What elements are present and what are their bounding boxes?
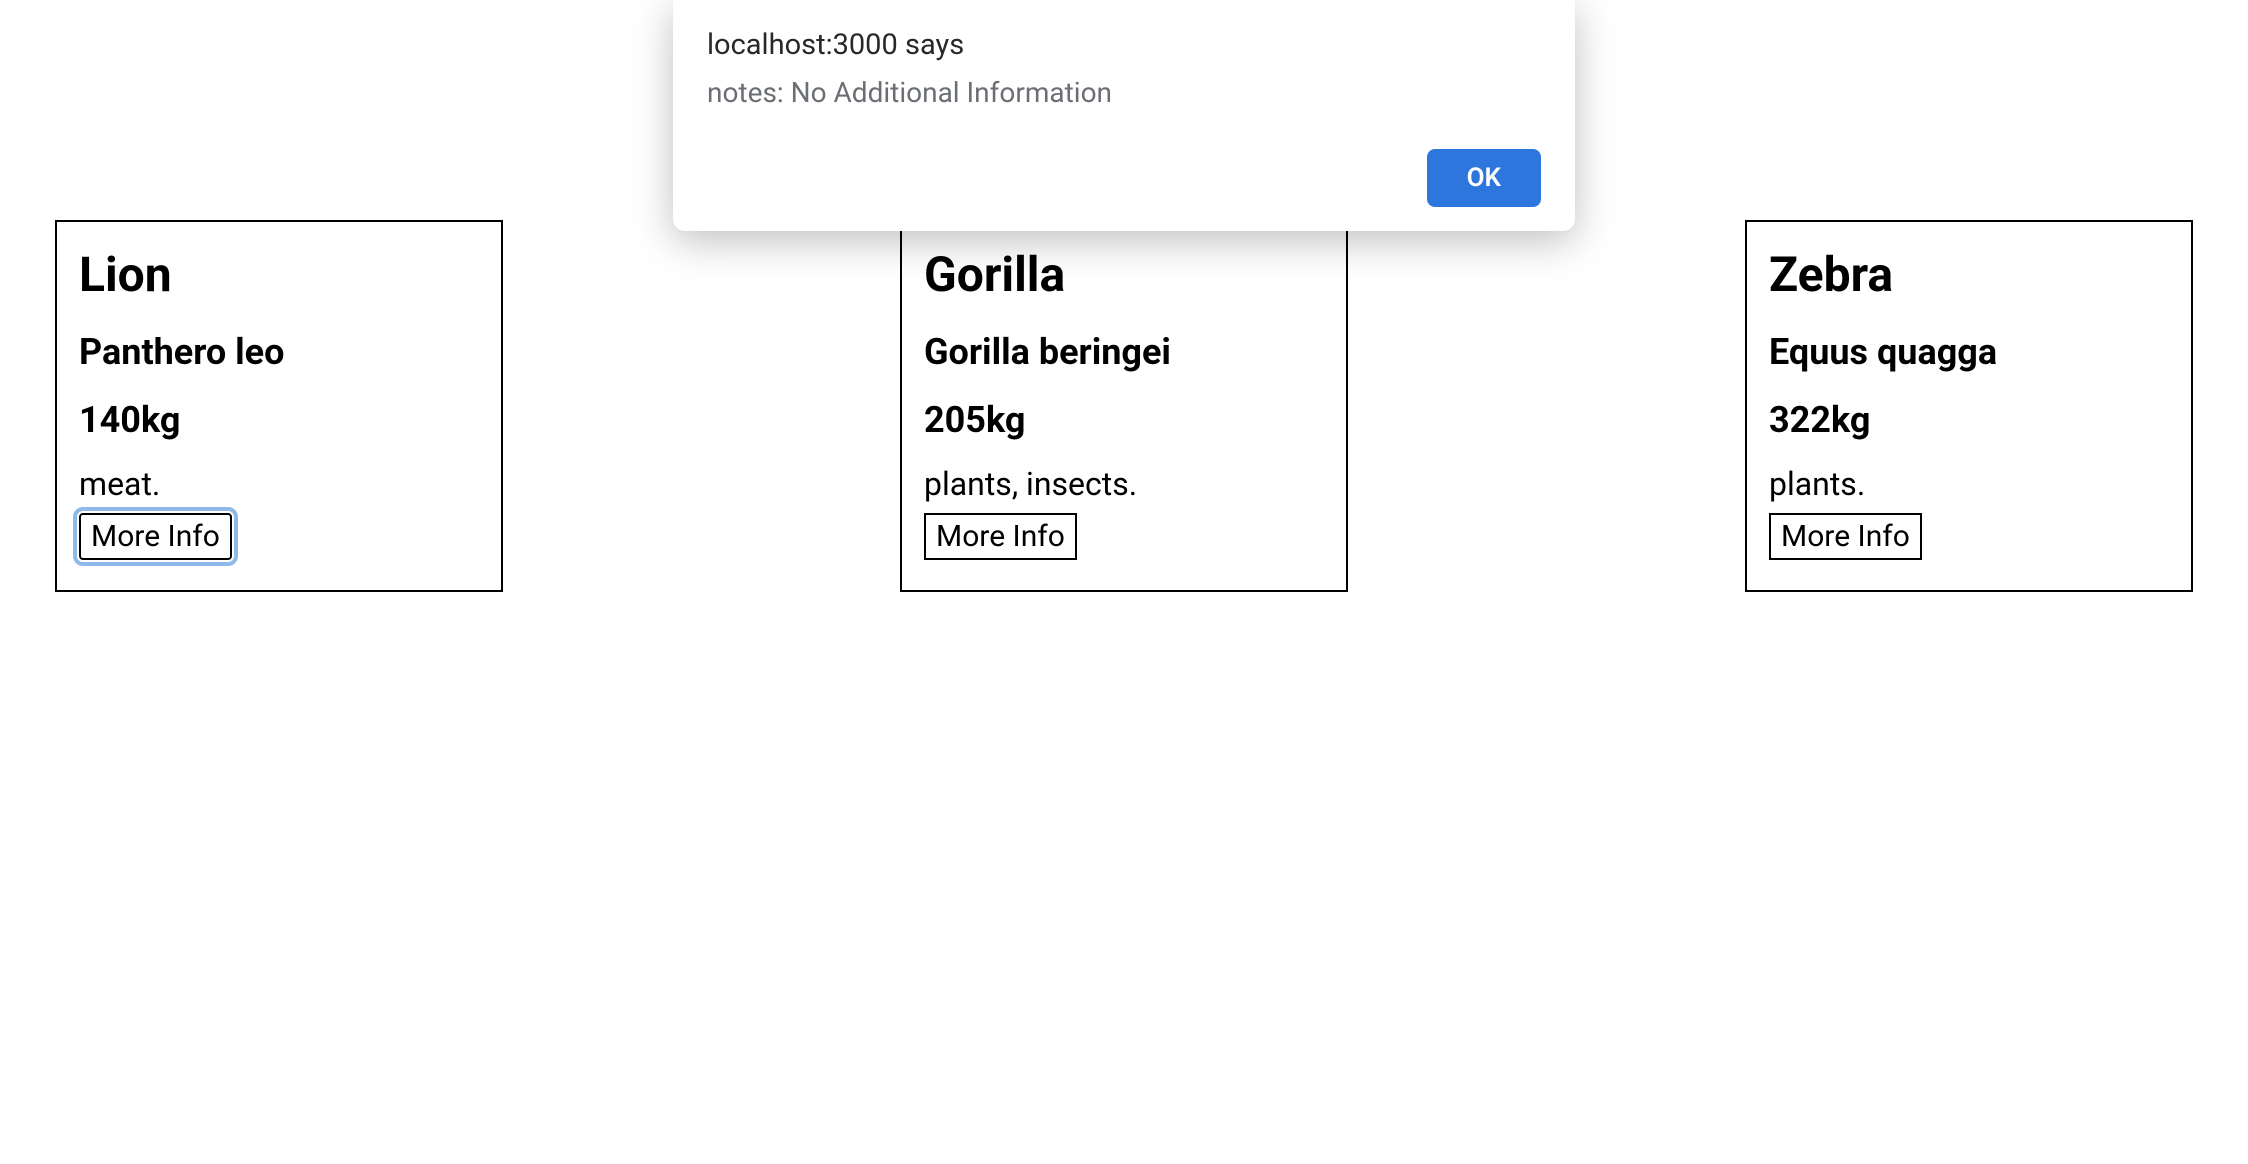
alert-title: localhost:3000 says bbox=[707, 28, 1541, 62]
alert-dialog: localhost:3000 says notes: No Additional… bbox=[673, 0, 1575, 231]
animal-card-gorilla: Gorilla Gorilla beringei 205kg plants, i… bbox=[900, 220, 1348, 592]
alert-actions: OK bbox=[707, 149, 1541, 207]
more-info-button[interactable]: More Info bbox=[1769, 513, 1922, 560]
animal-species: Gorilla beringei bbox=[924, 331, 1324, 373]
animal-species: Equus quagga bbox=[1769, 331, 2169, 373]
animal-diet: plants. bbox=[1769, 465, 2169, 503]
animal-weight: 322kg bbox=[1769, 399, 2169, 441]
more-info-button[interactable]: More Info bbox=[924, 513, 1077, 560]
animal-name: Gorilla bbox=[924, 246, 1324, 303]
animal-weight: 205kg bbox=[924, 399, 1324, 441]
animal-card-zebra: Zebra Equus quagga 322kg plants. More In… bbox=[1745, 220, 2193, 592]
animal-weight: 140kg bbox=[79, 399, 479, 441]
alert-ok-button[interactable]: OK bbox=[1427, 149, 1541, 207]
animal-name: Zebra bbox=[1769, 246, 2169, 303]
animal-card-lion: Lion Panthero leo 140kg meat. More Info bbox=[55, 220, 503, 592]
alert-message: notes: No Additional Information bbox=[707, 76, 1541, 109]
animal-diet: meat. bbox=[79, 465, 479, 503]
more-info-button[interactable]: More Info bbox=[79, 513, 232, 560]
animal-diet: plants, insects. bbox=[924, 465, 1324, 503]
animal-name: Lion bbox=[79, 246, 479, 303]
animal-species: Panthero leo bbox=[79, 331, 479, 373]
